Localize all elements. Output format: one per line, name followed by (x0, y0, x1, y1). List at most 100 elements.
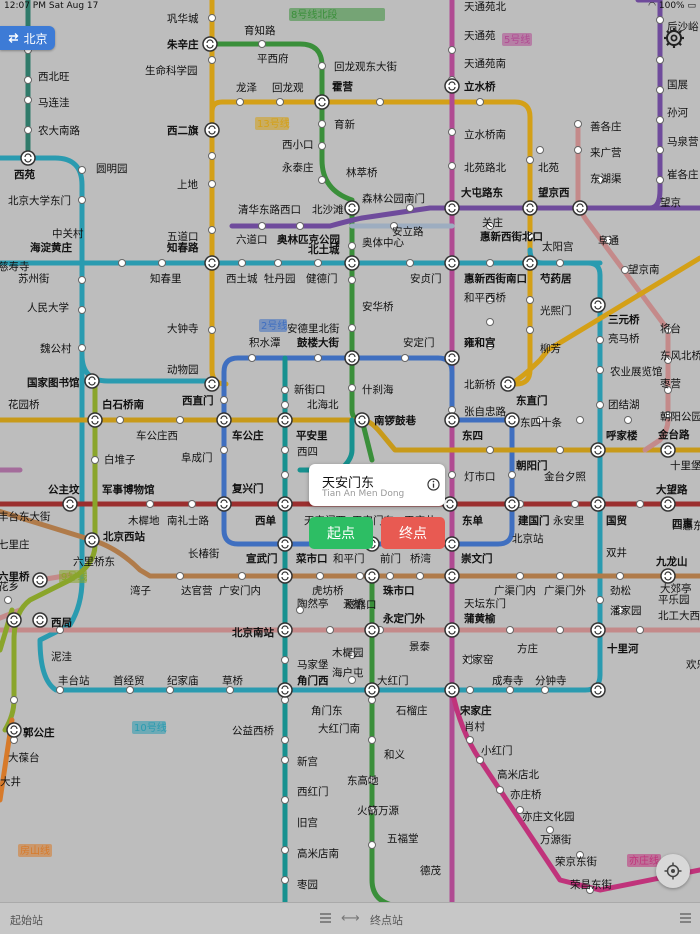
station-dot[interactable] (406, 204, 414, 212)
transfer-station[interactable] (444, 622, 460, 638)
station-dot[interactable] (56, 686, 64, 694)
station-label[interactable]: 泥洼 (51, 650, 72, 663)
transfer-station[interactable] (504, 496, 520, 512)
station-dot[interactable] (208, 56, 216, 64)
station-label[interactable]: 灯市口 (464, 470, 496, 483)
line-badge[interactable]: 房山线 (18, 844, 52, 857)
station-label[interactable]: 惠新西街南口 (464, 272, 527, 285)
station-dot[interactable] (208, 14, 216, 22)
station-label[interactable]: 劲松 (610, 584, 631, 597)
station-label[interactable]: 大钟寺 (167, 322, 199, 335)
station-dot[interactable] (448, 471, 456, 479)
station-dot[interactable] (636, 626, 644, 634)
station-label[interactable]: 荣京东街 (555, 855, 597, 868)
station-label[interactable]: 车公庄西 (136, 429, 178, 442)
swap-stations-button[interactable]: ⟷ (341, 911, 360, 926)
station-dot[interactable] (348, 276, 356, 284)
station-label[interactable]: 六里桥东 (73, 555, 115, 568)
transfer-station[interactable] (590, 622, 606, 638)
station-label[interactable]: 湾子 (130, 584, 151, 597)
station-label[interactable]: 陶然亭 (297, 597, 329, 610)
station-dot[interactable] (368, 841, 376, 849)
transfer-station[interactable] (62, 496, 78, 512)
station-label[interactable]: 广渠门外 (544, 584, 586, 597)
station-label[interactable]: 柳芳 (540, 342, 561, 355)
station-label[interactable]: 东四十条 (520, 416, 562, 429)
station-label[interactable]: 木樨园 (332, 646, 364, 659)
station-dot[interactable] (356, 572, 364, 580)
station-dot[interactable] (238, 572, 246, 580)
station-label[interactable]: 宋家庄 (459, 704, 492, 717)
station-label[interactable]: 新街口 (294, 383, 326, 396)
transfer-station[interactable] (444, 682, 460, 698)
station-label[interactable]: 知春路 (167, 241, 199, 254)
station-label[interactable]: 西局 (51, 617, 72, 629)
station-label[interactable]: 达官营 (181, 584, 213, 597)
station-label[interactable]: 建国门 (517, 514, 550, 527)
station-dot[interactable] (296, 222, 304, 230)
station-label[interactable]: 东风北桥 (660, 349, 700, 362)
transfer-station[interactable] (344, 200, 360, 216)
transfer-station[interactable] (442, 496, 458, 512)
transfer-station[interactable] (354, 412, 370, 428)
station-dot[interactable] (556, 446, 564, 454)
station-dot[interactable] (656, 16, 664, 24)
station-dot[interactable] (448, 46, 456, 54)
station-label[interactable]: 金台路 (657, 428, 690, 441)
menu-icon[interactable] (680, 913, 691, 923)
transfer-station[interactable] (444, 536, 460, 552)
station-label[interactable]: 北新桥 (464, 378, 496, 391)
station-dot[interactable] (220, 446, 228, 454)
station-label[interactable]: 大红门南 (318, 722, 360, 735)
station-dot[interactable] (656, 176, 664, 184)
station-dot[interactable] (146, 500, 154, 508)
station-label[interactable]: 什刹海 (362, 383, 394, 396)
transfer-station[interactable] (364, 568, 380, 584)
station-label[interactable]: 大郊亭 (660, 582, 692, 595)
station-label[interactable]: 林萃桥 (346, 166, 378, 179)
line-badge[interactable]: 2号线 (259, 319, 287, 332)
transfer-station[interactable] (444, 412, 460, 428)
transfer-station[interactable] (87, 412, 103, 428)
station-dot[interactable] (318, 142, 326, 150)
station-label[interactable]: 动物园 (167, 363, 199, 376)
station-label[interactable]: 团结湖 (608, 398, 640, 411)
station-dot[interactable] (188, 500, 196, 508)
station-dot[interactable] (24, 76, 32, 84)
station-label[interactable]: 成寿寺 (492, 674, 524, 687)
station-dot[interactable] (656, 86, 664, 94)
station-dot[interactable] (316, 572, 324, 580)
station-label[interactable]: 西四 (297, 446, 318, 458)
transfer-station[interactable] (277, 536, 293, 552)
station-label[interactable]: 安德里北街 (287, 322, 340, 335)
station-dot[interactable] (526, 296, 534, 304)
station-label[interactable]: 景泰 (409, 640, 430, 653)
transfer-station[interactable] (344, 350, 360, 366)
station-label[interactable]: 荣昌东街 (570, 878, 612, 891)
station-label[interactable]: 广安门内 (219, 584, 261, 597)
station-dot[interactable] (556, 572, 564, 580)
set-end-button[interactable]: 终点 (381, 517, 445, 549)
station-label[interactable]: 苏州街 (18, 272, 50, 285)
station-label[interactable]: 方庄 (517, 642, 538, 655)
locate-button[interactable] (656, 854, 690, 888)
station-dot[interactable] (258, 222, 266, 230)
station-dot[interactable] (448, 162, 456, 170)
station-label[interactable]: 火箭万源 (357, 804, 399, 817)
station-dot[interactable] (281, 756, 289, 764)
station-dot[interactable] (596, 401, 604, 409)
station-label[interactable]: 刘家窑 (462, 653, 494, 666)
station-label[interactable]: 光熙门 (540, 304, 572, 317)
station-dot[interactable] (281, 796, 289, 804)
station-dot[interactable] (656, 116, 664, 124)
station-dot[interactable] (516, 572, 524, 580)
station-label[interactable]: 知春里 (150, 272, 182, 285)
station-dot[interactable] (576, 416, 584, 424)
station-dot[interactable] (281, 386, 289, 394)
station-label[interactable]: 天通苑南 (464, 57, 506, 70)
station-dot[interactable] (386, 572, 394, 580)
station-label[interactable]: 枣园 (297, 879, 318, 891)
station-label[interactable]: 公益西桥 (232, 724, 274, 737)
station-label[interactable]: 将台 (660, 322, 681, 335)
station-dot[interactable] (506, 686, 514, 694)
